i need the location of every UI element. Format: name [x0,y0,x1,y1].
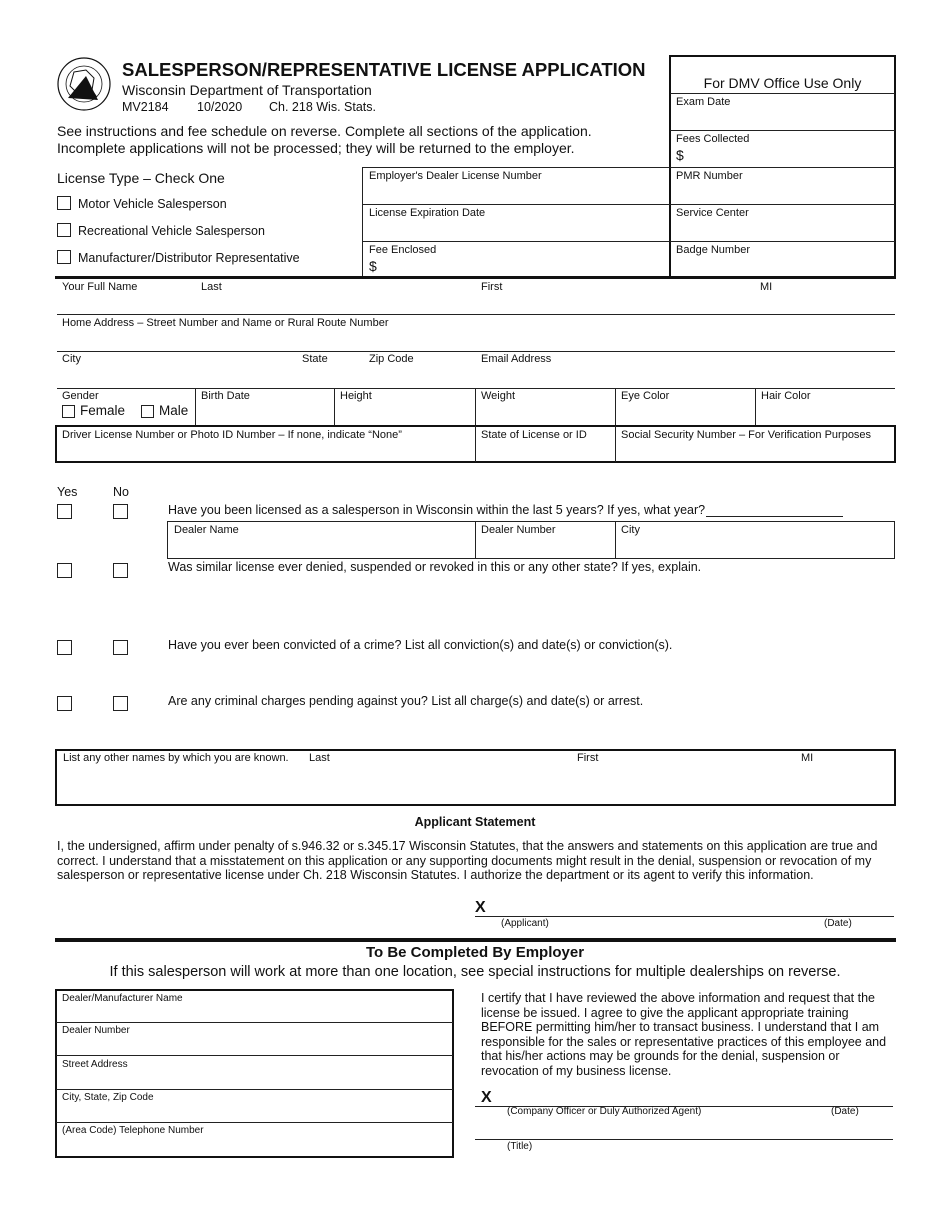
q1-year-field[interactable] [706,516,843,517]
dealer-city-field[interactable]: City [621,524,640,536]
recreational-vehicle-checkbox[interactable] [57,223,71,237]
employer-dealer-number-field[interactable]: Dealer Number [62,1025,130,1036]
street-address-field[interactable]: Street Address [62,1059,128,1070]
fees-collected-field[interactable]: Fees Collected [676,133,749,145]
employer-section-subtitle: If this salesperson will work at more th… [109,964,841,980]
q2-no-checkbox[interactable] [113,563,128,578]
agency-name: Wisconsin Department of Transportation [122,82,372,98]
q4-text: Are any criminal charges pending against… [168,694,644,708]
dealer-name-field[interactable]: Dealer Name [174,524,239,536]
birth-date-field[interactable]: Birth Date [201,390,250,402]
other-names-label: List any other names by which you are kn… [63,752,289,764]
motor-vehicle-label: Motor Vehicle Salesperson [78,197,227,211]
officer-date-label: (Date) [831,1106,859,1117]
last-name-field[interactable]: Last [201,281,222,293]
title-label: (Title) [507,1141,533,1152]
applicant-signature-x: X [475,899,486,916]
email-field[interactable]: Email Address [481,353,551,365]
other-first-field[interactable]: First [577,752,598,764]
q3-yes-checkbox[interactable] [57,640,72,655]
officer-label: (Company Officer or Duly Authorized Agen… [507,1106,702,1117]
telephone-field[interactable]: (Area Code) Telephone Number [62,1125,204,1136]
full-name-label: Your Full Name [62,281,138,293]
applicant-signature-line[interactable] [475,916,894,917]
dmv-title: For DMV Office Use Only [703,75,862,91]
q1-text: Have you been licensed as a salesperson … [168,503,706,517]
license-state-field[interactable]: State of License or ID [481,429,587,441]
recreational-vehicle-label: Recreational Vehicle Salesperson [78,224,265,238]
city-state-zip-field[interactable]: City, State, Zip Code [62,1092,154,1103]
fees-dollar: $ [676,147,684,163]
driver-license-field[interactable]: Driver License Number or Photo ID Number… [62,429,402,441]
dealer-manufacturer-name-field[interactable]: Dealer/Manufacturer Name [62,993,183,1004]
form-number: MV2184 [122,100,169,114]
q1-yes-checkbox[interactable] [57,504,72,519]
statement-text: I, the undersigned, affirm under penalty… [57,839,878,882]
employer-certification-text: I certify that I have reviewed the above… [481,991,887,1078]
applicant-label: (Applicant) [501,918,549,929]
q4-no-checkbox[interactable] [113,696,128,711]
officer-signature-x: X [481,1089,492,1106]
license-type-label: License Type – Check One [57,170,225,186]
motor-vehicle-checkbox[interactable] [57,196,71,210]
female-label: Female [80,403,126,418]
title-line[interactable] [475,1139,893,1140]
badge-number-field[interactable]: Badge Number [676,244,750,256]
weight-field[interactable]: Weight [481,390,515,402]
city-field[interactable]: City [62,353,81,365]
home-address-field[interactable]: Home Address – Street Number and Name or… [62,317,388,329]
employer-section-title: To Be Completed By Employer [365,944,585,961]
female-checkbox[interactable] [62,405,75,418]
form-title: SALESPERSON/REPRESENTATIVE LICENSE APPLI… [122,59,646,80]
dealer-license-field[interactable]: Employer's Dealer License Number [369,170,542,182]
statute: Ch. 218 Wis. Stats. [269,100,376,114]
instruction-line-2: Incomplete applications will not be proc… [57,140,575,156]
statement-title: Applicant Statement [414,815,536,829]
zip-field[interactable]: Zip Code [369,353,414,365]
hair-color-field[interactable]: Hair Color [761,390,811,402]
eye-color-field[interactable]: Eye Color [621,390,669,402]
gender-label: Gender [62,390,99,402]
male-label: Male [159,403,189,418]
instruction-line-1: See instructions and fee schedule on rev… [57,123,592,139]
q3-no-checkbox[interactable] [113,640,128,655]
license-expiration-field[interactable]: License Expiration Date [369,207,485,219]
q2-yes-checkbox[interactable] [57,563,72,578]
applicant-date-label: (Date) [824,918,852,929]
application-form: SALESPERSON/REPRESENTATIVE LICENSE APPLI… [0,0,950,1230]
other-last-field[interactable]: Last [309,752,330,764]
fee-enclosed-field[interactable]: Fee Enclosed [369,244,436,256]
yes-header: Yes [57,485,78,499]
q3-text: Have you ever been convicted of a crime?… [168,638,673,652]
service-center-field[interactable]: Service Center [676,207,749,219]
male-checkbox[interactable] [141,405,154,418]
state-field[interactable]: State [302,353,328,365]
fee-dollar: $ [369,258,377,274]
height-field[interactable]: Height [340,390,372,402]
wisdot-logo [56,56,112,112]
q1-no-checkbox[interactable] [113,504,128,519]
no-header: No [113,485,129,499]
manufacturer-rep-label: Manufacturer/Distributor Representative [78,251,300,265]
form-revision: 10/2020 [197,100,243,114]
first-name-field[interactable]: First [481,281,502,293]
manufacturer-rep-checkbox[interactable] [57,250,71,264]
middle-initial-field[interactable]: MI [760,281,772,293]
q2-text: Was similar license ever denied, suspend… [168,560,702,574]
ssn-field[interactable]: Social Security Number – For Verificatio… [621,429,871,441]
q4-yes-checkbox[interactable] [57,696,72,711]
pmr-number-field[interactable]: PMR Number [676,170,743,182]
other-mi-field[interactable]: MI [801,752,813,764]
dealer-number-field[interactable]: Dealer Number [481,524,556,536]
exam-date-field[interactable]: Exam Date [676,96,730,108]
